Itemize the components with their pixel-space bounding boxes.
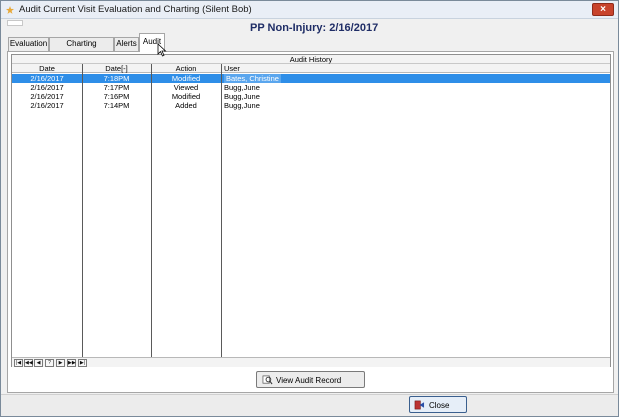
cell-user-text: Bugg,June xyxy=(224,101,260,110)
mouse-cursor xyxy=(157,43,167,57)
window-close-button[interactable]: × xyxy=(592,3,614,16)
cell-user-text: Bugg,June xyxy=(224,83,260,92)
audit-history-grid[interactable]: Audit History Date Date[-] Action User 2… xyxy=(11,54,611,367)
audit-window: Audit Current Visit Evaluation and Chart… xyxy=(0,0,619,417)
page-title: PP Non-Injury: 2/16/2017 xyxy=(250,22,379,34)
cell-time: 7:17PM xyxy=(103,83,130,92)
cell-action: Viewed xyxy=(173,83,199,92)
title-bar: Audit Current Visit Evaluation and Chart… xyxy=(1,1,618,19)
cell-user-text: Bugg,June xyxy=(224,92,260,101)
column-divider xyxy=(151,64,152,357)
small-field[interactable] xyxy=(7,20,23,26)
table-row[interactable]: 2/16/2017 7:18PM Modified Bates, Christi… xyxy=(12,74,610,83)
cell-date: 2/16/2017 xyxy=(30,74,64,83)
close-label: Close xyxy=(429,401,450,410)
tab-charting-elements[interactable]: Charting Elements xyxy=(49,37,114,60)
column-divider xyxy=(82,64,83,357)
cell-date: 2/16/2017 xyxy=(30,83,64,92)
table-row[interactable]: 2/16/2017 7:14PM Added Bugg,June xyxy=(12,101,610,110)
tab-alerts[interactable]: Alerts xyxy=(114,37,139,51)
view-audit-record-button[interactable]: View Audit Record xyxy=(256,371,365,388)
cell-date: 2/16/2017 xyxy=(30,101,64,110)
nav-next-button[interactable]: ▶ xyxy=(56,359,65,367)
window-title: Audit Current Visit Evaluation and Chart… xyxy=(19,4,252,15)
cell-time: 7:18PM xyxy=(103,74,130,83)
cell-action: Added xyxy=(175,101,197,110)
nav-next-page-button[interactable]: ▶▶ xyxy=(67,359,76,367)
table-row[interactable]: 2/16/2017 7:16PM Modified Bugg,June xyxy=(12,92,610,101)
nav-prev-button[interactable]: ◀ xyxy=(34,359,43,367)
table-row[interactable]: 2/16/2017 7:17PM Viewed Bugg,June xyxy=(12,83,610,92)
cell-user: Bates, Christine xyxy=(224,74,604,83)
cell-user: Bugg,June xyxy=(224,92,604,101)
cell-date: 2/16/2017 xyxy=(30,92,64,101)
column-header-action[interactable]: Action xyxy=(151,64,221,73)
cell-time: 7:16PM xyxy=(103,92,130,101)
exit-icon xyxy=(414,400,425,410)
nav-last-button[interactable]: ▶| xyxy=(78,359,87,367)
cell-user: Bugg,June xyxy=(224,83,604,92)
record-navigator: |◀ ◀◀ ◀ ? ▶ ▶▶ ▶| xyxy=(12,357,610,367)
column-header-time[interactable]: Date[-] xyxy=(82,64,151,73)
nav-help-button[interactable]: ? xyxy=(45,359,54,367)
bottom-bar xyxy=(1,394,618,416)
column-header-user[interactable]: User xyxy=(221,64,610,73)
nav-prev-page-button[interactable]: ◀◀ xyxy=(24,359,33,367)
star-icon xyxy=(6,6,14,14)
close-button[interactable]: Close xyxy=(409,396,467,413)
cell-user: Bugg,June xyxy=(224,101,604,110)
nav-first-button[interactable]: |◀ xyxy=(14,359,23,367)
column-header-date[interactable]: Date xyxy=(12,64,82,73)
tab-label: Evaluation xyxy=(9,39,48,48)
tab-label: Alerts xyxy=(116,39,137,48)
view-audit-record-label: View Audit Record xyxy=(276,376,342,385)
column-divider xyxy=(221,64,222,357)
cell-user-text: Bates, Christine xyxy=(224,74,281,83)
magnifier-icon xyxy=(262,375,273,385)
cell-time: 7:14PM xyxy=(103,101,130,110)
tab-evaluation[interactable]: Evaluation xyxy=(8,37,49,51)
grid-caption: Audit History xyxy=(12,55,610,64)
cell-action: Modified xyxy=(171,74,201,83)
cell-action: Modified xyxy=(171,92,201,101)
